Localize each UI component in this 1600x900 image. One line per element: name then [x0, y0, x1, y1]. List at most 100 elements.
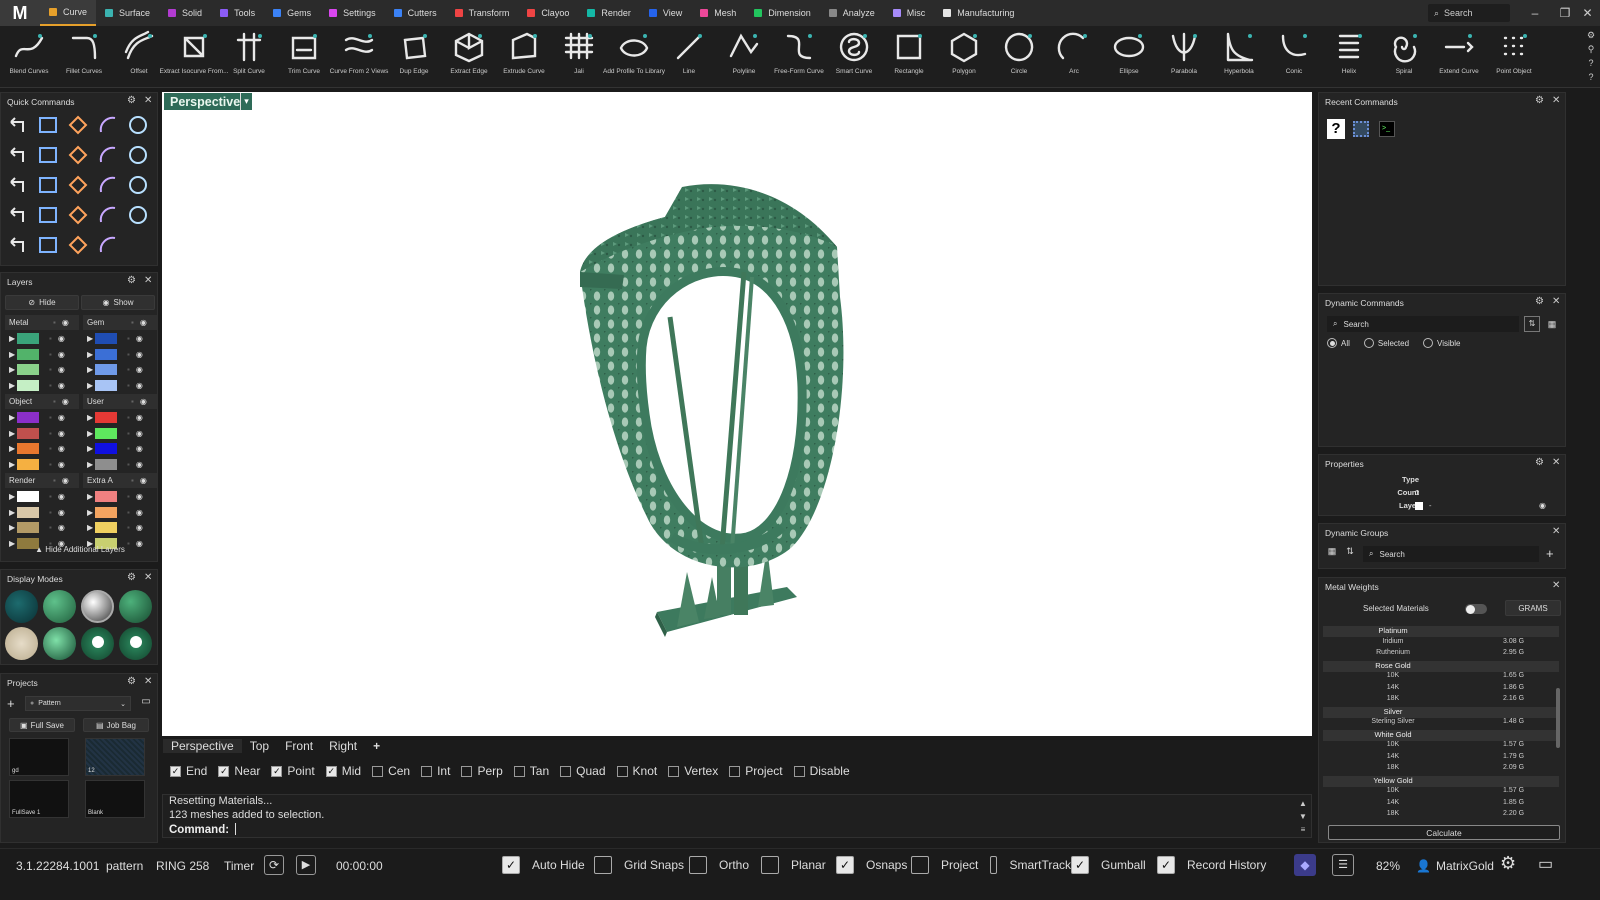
layer-row[interactable]: ▶ ▪ ◉ [83, 505, 157, 520]
menu-tab-misc[interactable]: Misc [884, 0, 935, 26]
lock-icon[interactable]: ▪ [127, 334, 130, 343]
viewport-menu-dropdown[interactable]: ▾ [240, 93, 252, 110]
layer-row[interactable]: ▶ ▪ ◉ [5, 505, 79, 520]
lock-icon[interactable]: ▪ [127, 444, 130, 453]
lock-icon[interactable]: ▪ [49, 460, 52, 469]
expand-icon[interactable]: ▶ [5, 508, 17, 517]
eye-icon[interactable]: ◉ [136, 365, 143, 374]
close-icon[interactable]: ✕ [144, 676, 152, 687]
layer-row[interactable]: ▶ ▪ ◉ [83, 489, 157, 504]
layer-row[interactable]: ▶ ▪ ◉ [83, 378, 157, 393]
menu-tab-mesh[interactable]: Mesh [691, 0, 745, 26]
boolean-icon[interactable] [36, 173, 60, 197]
full-save-button[interactable]: ▣ Full Save [9, 718, 75, 732]
eye-icon[interactable]: ◉ [58, 381, 65, 390]
checkbox[interactable] [793, 765, 805, 777]
checkbox[interactable] [911, 856, 929, 874]
menu-tab-gems[interactable]: Gems [264, 0, 320, 26]
lock-icon[interactable]: ▪ [49, 429, 52, 438]
layer-row[interactable]: ▶ ▪ ◉ [83, 410, 157, 425]
layer-color-swatch[interactable] [17, 427, 39, 439]
expand-icon[interactable]: ▶ [5, 413, 17, 422]
view-tab-top[interactable]: Top [242, 739, 277, 753]
eye-icon[interactable]: ◉ [58, 365, 65, 374]
custom-mode-icon[interactable] [119, 627, 152, 660]
close-icon[interactable]: ✕ [144, 95, 152, 106]
transform-icon[interactable] [66, 233, 90, 257]
tool-polyline[interactable]: Polyline [716, 28, 772, 86]
ring-icon[interactable] [126, 173, 150, 197]
user-account[interactable]: 👤 MatrixGold [1416, 859, 1494, 873]
checkbox[interactable] [461, 765, 473, 777]
close-icon[interactable]: ✕ [1552, 296, 1560, 307]
checkbox[interactable] [513, 765, 525, 777]
tool-extract-edge[interactable]: Extract Edge [441, 28, 497, 86]
expand-icon[interactable]: ▶ [5, 350, 17, 359]
layer-row[interactable]: ▶ ▪ ◉ [5, 520, 79, 535]
render-icon[interactable]: ◆ [1294, 854, 1316, 876]
snap-mid[interactable]: ✓ Mid [325, 763, 361, 779]
filter-radio-selected[interactable]: Selected [1363, 338, 1409, 348]
layer-group-header[interactable]: Gem ▪ ◉ [83, 315, 157, 330]
toggle-gumball[interactable]: ✓ Gumball [1071, 854, 1157, 876]
job-bag-button[interactable]: ▤ Job Bag [83, 718, 149, 732]
lock-icon[interactable]: ▪ [49, 381, 52, 390]
undo-icon[interactable] [6, 113, 30, 137]
layer-color-swatch[interactable] [95, 443, 117, 454]
tool-fillet-curves[interactable]: Fillet Curves [56, 28, 112, 86]
expand-icon[interactable]: ▶ [83, 365, 95, 374]
expand-icon[interactable]: ▶ [83, 444, 95, 453]
lock-icon[interactable]: ▪ [49, 350, 52, 359]
snap-perp[interactable]: Perp [461, 763, 503, 779]
project-thumbnail[interactable]: Blank [85, 780, 145, 818]
layer-color-swatch[interactable] [17, 458, 39, 470]
layer-color-swatch[interactable] [17, 412, 39, 423]
menu-tab-cutters[interactable]: Cutters [385, 0, 446, 26]
layer-row[interactable]: ▶ ▪ ◉ [83, 331, 157, 346]
help-icon[interactable]: ? [1584, 70, 1598, 84]
lock-icon[interactable]: ▪ [127, 460, 130, 469]
eye-icon[interactable]: ◉ [136, 350, 143, 359]
viewport[interactable]: Perspective ▾ [162, 92, 1312, 736]
checkbox[interactable] [668, 765, 680, 777]
toggle-osnaps[interactable]: ✓ Osnaps [836, 854, 911, 876]
expand-icon[interactable]: ▶ [5, 444, 17, 453]
lock-icon[interactable]: ▪ [53, 476, 56, 485]
eye-icon[interactable]: ◉ [58, 444, 65, 453]
calculator-icon[interactable]: ▦ [1325, 546, 1339, 562]
tool-split-curve[interactable]: Split Curve [221, 28, 277, 86]
checkbox[interactable] [689, 856, 707, 874]
close-icon[interactable]: ✕ [1552, 526, 1560, 537]
hide-icon[interactable] [96, 203, 120, 227]
toggle-planar[interactable]: Planar [761, 854, 836, 876]
gear-icon[interactable]: ⚙ [1535, 95, 1544, 106]
layer-color-swatch[interactable] [17, 333, 39, 344]
hide-additional-layers-button[interactable]: ▲ Hide Additional Layers [5, 545, 155, 559]
eye-icon[interactable]: ◉ [136, 381, 143, 390]
expand-icon[interactable]: ▶ [83, 429, 95, 438]
selected-materials-toggle[interactable] [1465, 604, 1487, 614]
add-project-icon[interactable]: + [7, 696, 15, 711]
lock-icon[interactable]: ▪ [131, 318, 134, 327]
eye-icon[interactable]: ◉ [136, 334, 143, 343]
layer-row[interactable]: ▶ ▪ ◉ [5, 362, 79, 377]
eye-icon[interactable]: ◉ [136, 508, 143, 517]
lock-icon[interactable]: ▪ [127, 523, 130, 532]
layer-color-swatch[interactable] [95, 412, 117, 423]
layer-group-header[interactable]: Render ▪ ◉ [5, 473, 79, 488]
lock-icon[interactable]: ▪ [49, 334, 52, 343]
corner-icon[interactable] [126, 113, 150, 137]
calculator-icon[interactable]: ▦ [1544, 316, 1560, 332]
menu-tab-curve[interactable]: Curve [40, 0, 97, 26]
lock-icon[interactable]: ▪ [49, 508, 52, 517]
layer-group-header[interactable]: User ▪ ◉ [83, 394, 157, 409]
tool-blend-curves[interactable]: Blend Curves [1, 28, 57, 86]
view-tab-front[interactable]: Front [277, 739, 321, 753]
terminal-icon[interactable]: >_ [1379, 121, 1395, 137]
project-thumbnail[interactable]: gd [9, 738, 69, 776]
gem-icon[interactable] [6, 203, 30, 227]
layer-color-swatch[interactable] [95, 333, 117, 344]
gear-icon[interactable]: ⚙ [1535, 296, 1544, 307]
toggle-smarttrack[interactable]: SmartTrack [990, 854, 1071, 876]
tool-jali[interactable]: Jali [551, 28, 607, 86]
